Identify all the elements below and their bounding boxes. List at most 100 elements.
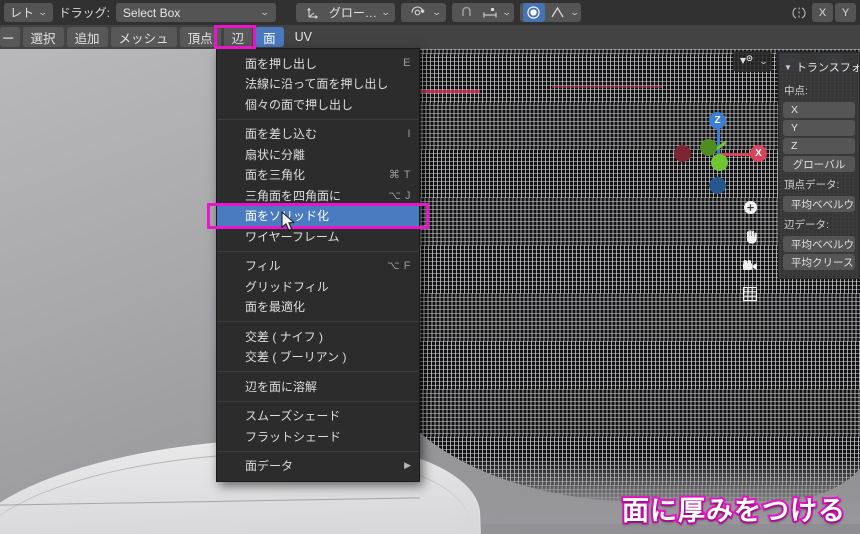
menu-separator (217, 250, 419, 252)
menu-separator (217, 118, 419, 120)
mirror-icon[interactable] (788, 3, 810, 22)
menu-separator (217, 450, 419, 452)
mirror-x-button[interactable]: X (812, 3, 833, 22)
palette-dropdown[interactable]: レト ⌄ (4, 3, 53, 22)
menubar-item-select[interactable]: 選択 (22, 27, 64, 47)
red-edge-highlight-secondary (552, 86, 662, 88)
menu-item-solidify-faces[interactable]: 面をソリッド化 (217, 205, 419, 226)
pivot-point-dropdown[interactable]: ⌄ (401, 3, 447, 22)
mirror-options: X Y (788, 3, 860, 22)
menu-item-poke-faces[interactable]: 扇状に分離 (217, 144, 419, 165)
menu-item-label: 面を三角化 (245, 168, 306, 183)
camera-icon[interactable] (740, 255, 760, 275)
menu-item-extrude-faces[interactable]: 面を押し出し E (217, 53, 419, 74)
drag-mode-value: Select Box (122, 5, 181, 20)
midpoint-y-field[interactable]: Y (783, 120, 855, 136)
chevron-down-icon[interactable]: ⌄ (502, 7, 512, 18)
pan-hand-icon[interactable] (740, 226, 760, 246)
menu-item-shortcut: I (407, 127, 411, 140)
edge-crease-field[interactable]: 平均クリース (783, 254, 855, 270)
chevron-right-icon: ▶ (404, 460, 411, 471)
magnet-icon[interactable] (455, 3, 477, 22)
snap-controls[interactable]: ⌄ (452, 3, 514, 22)
menu-item-shade-flat[interactable]: フラットシェード (217, 426, 419, 447)
menu-item-label: グリッドフィル (245, 279, 329, 294)
menu-separator (217, 400, 419, 402)
menu-item-face-data[interactable]: 面データ ▶ (217, 456, 419, 477)
menu-item-label: 法線に沿って面を押し出し (245, 77, 389, 92)
menubar-item-face[interactable]: 面 (255, 27, 284, 47)
transform-sidebar-panel: ▼ トランスフォ 中点: X Y Z グローバル 頂点データ: 平均ベベルウ 辺… (778, 52, 860, 279)
pivot-point-icon (406, 3, 428, 22)
navigation-gizmo[interactable]: Z X (674, 109, 772, 205)
midpoint-x-field[interactable]: X (783, 102, 855, 118)
viewport-side-tools (740, 197, 760, 304)
gizmo-ball-z-neg[interactable] (709, 177, 726, 194)
menubar-item-vertex[interactable]: 頂点 (179, 27, 221, 47)
menu-item-label: 三角面を四角面に (245, 188, 342, 203)
menu-item-label: 交差 ( ブーリアン ) (245, 350, 347, 365)
menubar-item-mode[interactable]: ー (0, 27, 20, 47)
menu-item-shortcut: ⌥ J (388, 189, 411, 202)
proportional-edit-icon[interactable] (522, 3, 545, 22)
menu-item-tris-to-quads[interactable]: 三角面を四角面に ⌥ J (217, 185, 419, 206)
transform-orientation-dropdown[interactable]: グロー… ⌄ (295, 3, 396, 22)
menu-item-shade-smooth[interactable]: スムーズシェード (217, 406, 419, 427)
edge-bevel-weight-field[interactable]: 平均ベベルウ (783, 236, 855, 252)
blender-screenshot: レト ⌄ ドラッグ: Select Box ⌄ グロー… ⌄ ⌄ ⌄ ⌄ X Y… (0, 0, 860, 534)
menu-separator (217, 371, 419, 372)
menu-item-wireframe[interactable]: ワイヤーフレーム (217, 226, 419, 247)
show-gizmo-icon[interactable] (735, 53, 757, 71)
menu-item-dissolve-edges-into-faces[interactable]: 辺を面に溶解 (217, 376, 419, 397)
grid-icon[interactable] (740, 284, 760, 304)
menu-item-label: スムーズシェード (245, 409, 341, 424)
menu-item-shortcut: ⌥ F (387, 260, 411, 273)
menu-item-extrude-individual-faces[interactable]: 個々の面で押し出し (217, 94, 419, 115)
face-menu-dropdown: 面を押し出し E 法線に沿って面を押し出し 個々の面で押し出し 面を差し込む I… (216, 48, 420, 482)
proportional-edit-controls[interactable]: ⌄ (519, 3, 582, 22)
menu-item-label: 面を差し込む (245, 127, 318, 142)
menubar-item-mesh[interactable]: メッシュ (110, 27, 177, 47)
3d-viewport[interactable]: ⌄ ⌄ ⌄ (0, 49, 860, 534)
menu-item-label: フィル (245, 259, 281, 274)
gizmo-ball-y-neg[interactable] (700, 139, 717, 156)
zoom-icon[interactable] (740, 197, 760, 217)
menu-item-intersect-knife[interactable]: 交差 ( ナイフ ) (217, 326, 419, 347)
menu-item-intersect-boolean[interactable]: 交差 ( ブーリアン ) (217, 347, 419, 368)
gizmo-ball-x-neg[interactable] (674, 145, 691, 162)
menu-item-fill[interactable]: フィル ⌥ F (217, 256, 419, 277)
menu-item-label: 面を最適化 (245, 300, 306, 315)
menu-item-label: 面をソリッド化 (245, 209, 330, 224)
menubar-item-add[interactable]: 追加 (66, 27, 108, 47)
drag-label: ドラッグ: (58, 6, 110, 20)
gizmo-ball-x[interactable]: X (750, 145, 767, 162)
caption-text: 面に厚みをつける (620, 494, 847, 529)
gizmo-ball-z[interactable]: Z (709, 112, 726, 129)
menubar-item-uv[interactable]: UV (287, 27, 320, 47)
falloff-curve-icon[interactable] (547, 3, 569, 22)
midpoint-z-field[interactable]: Z (783, 138, 855, 154)
chevron-down-icon[interactable]: ⌄ (569, 7, 579, 18)
editor-menu-bar: ー 選択 追加 メッシュ 頂点 辺 面 UV (0, 25, 860, 49)
mirror-y-button[interactable]: Y (835, 3, 856, 22)
vertex-data-label: 頂点データ: (784, 179, 840, 191)
menu-item-label: 面を押し出し (245, 56, 318, 71)
menu-item-label: 面データ (245, 459, 294, 474)
menubar-item-edge[interactable]: 辺 (223, 27, 253, 47)
vertex-bevel-weight-field[interactable]: 平均ベベルウ (783, 196, 855, 212)
menu-item-beautify-faces[interactable]: 面を最適化 (217, 297, 419, 318)
chevron-down-icon[interactable]: ⌄ (755, 56, 772, 67)
triangle-down-icon: ▼ (784, 62, 792, 72)
drag-mode-select[interactable]: Select Box ⌄ (115, 3, 276, 22)
palette-label: レト (10, 6, 35, 20)
menu-item-inset-faces[interactable]: 面を差し込む I (217, 124, 419, 145)
gizmo-ball-origin[interactable] (711, 154, 728, 171)
menu-item-triangulate-faces[interactable]: 面を三角化 ⌘ T (217, 165, 419, 186)
panel-header[interactable]: ▼ トランスフォ (779, 56, 859, 80)
menu-item-grid-fill[interactable]: グリッドフィル (217, 276, 419, 297)
menu-item-extrude-along-normals[interactable]: 法線に沿って面を押し出し (217, 74, 419, 95)
chevron-down-icon: ⌄ (260, 7, 271, 17)
global-toggle-button[interactable]: グローバル (783, 156, 855, 172)
snap-increment-icon[interactable] (479, 3, 501, 22)
menu-separator (217, 321, 419, 322)
